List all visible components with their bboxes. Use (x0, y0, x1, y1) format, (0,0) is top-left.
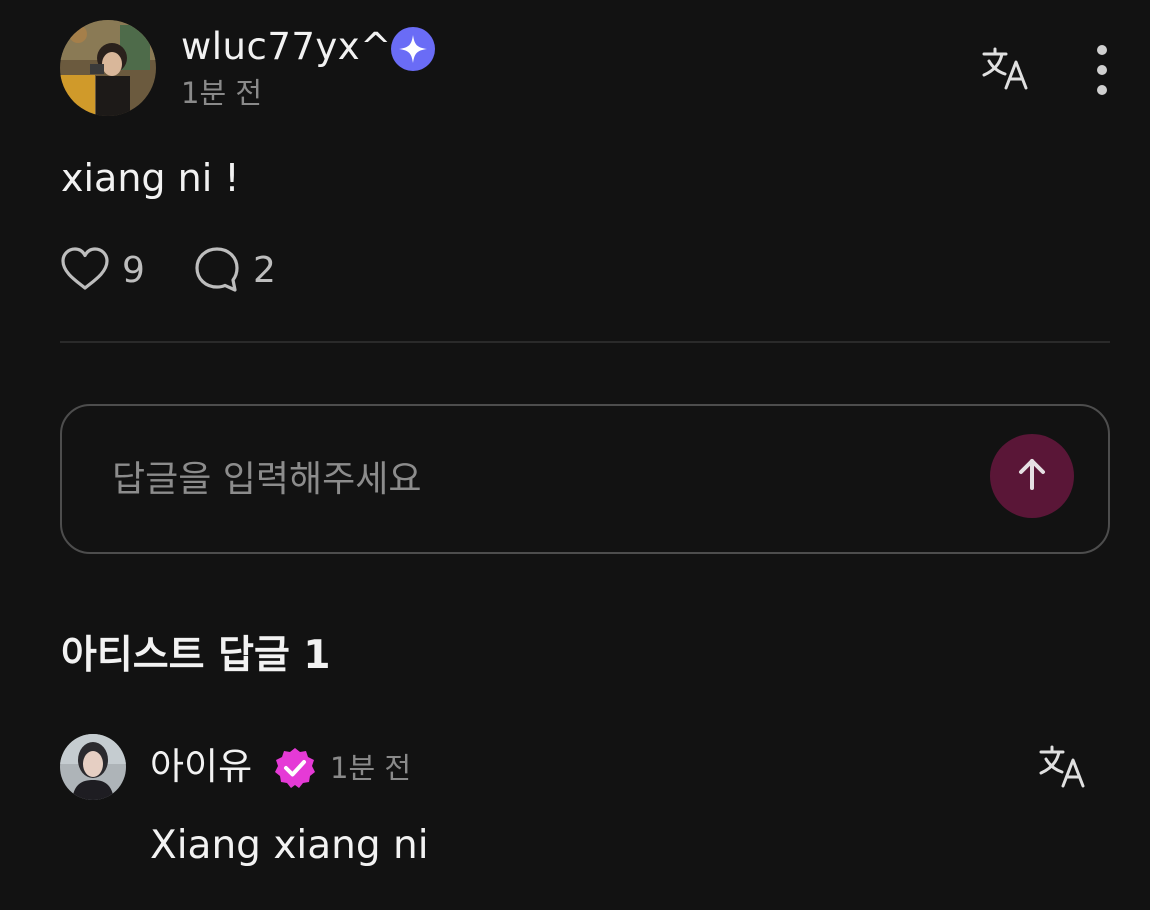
divider (60, 341, 1110, 343)
verified-badge-icon (273, 746, 317, 790)
send-reply-button[interactable] (990, 434, 1074, 518)
comment-bubble-icon (193, 245, 241, 297)
more-options-icon[interactable] (1086, 42, 1118, 98)
reply-timestamp: 1분 전 (330, 751, 412, 785)
reply-author-name[interactable]: 아이유 (150, 744, 252, 790)
post-author-avatar[interactable] (60, 20, 156, 116)
like-button[interactable]: 9 (60, 246, 145, 296)
like-count: 9 (122, 250, 145, 291)
reply-input-container (60, 404, 1110, 554)
artist-replies-heading: 아티스트 답글 1 (61, 633, 331, 678)
translate-icon[interactable] (980, 44, 1032, 92)
post-timestamp: 1분 전 (181, 76, 263, 110)
comment-button[interactable]: 2 (193, 246, 276, 296)
post-detail-screen: wluc77yx^ 1분 전 xiang ni ! 9 2 답글을 입력해주세요… (0, 0, 1150, 910)
heart-icon (60, 246, 110, 296)
post-author-name[interactable]: wluc77yx^ (181, 23, 392, 71)
reply-author-avatar[interactable] (60, 734, 126, 800)
translate-icon[interactable] (1037, 742, 1089, 790)
comment-count: 2 (253, 250, 276, 291)
reply-input[interactable] (112, 454, 932, 504)
reply-content: Xiang xiang ni (150, 823, 429, 868)
sparkle-badge-icon (390, 26, 436, 72)
post-content: xiang ni ! (61, 156, 240, 200)
arrow-up-icon (1012, 454, 1052, 498)
